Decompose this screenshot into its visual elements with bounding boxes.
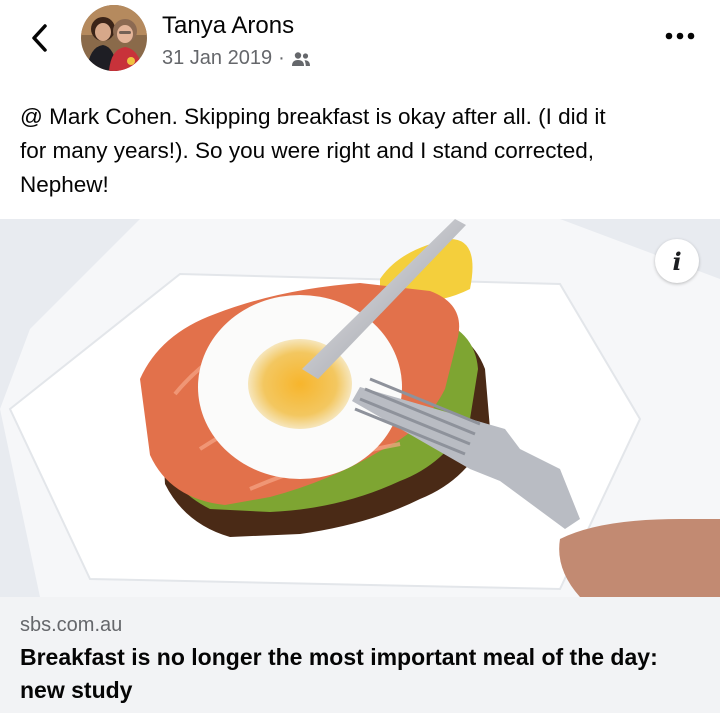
link-title: Breakfast is no longer the most importan… — [20, 644, 658, 703]
back-button[interactable] — [24, 20, 56, 56]
link-preview-image[interactable] — [0, 219, 720, 597]
friends-icon[interactable] — [291, 51, 311, 67]
link-preview-card[interactable]: sbs.com.au Breakfast is no longer the mo… — [0, 597, 720, 713]
chevron-left-icon — [32, 24, 47, 52]
more-horizontal-icon — [665, 32, 695, 40]
post-meta: 31 Jan 2019 · — [162, 47, 311, 70]
post-date[interactable]: 31 Jan 2019 — [162, 47, 272, 70]
meta-separator: · — [278, 47, 285, 69]
author-name[interactable]: Tanya Arons — [162, 12, 294, 40]
link-domain: sbs.com.au — [20, 614, 123, 636]
post-text: @ Mark Cohen. Skipping breakfast is okay… — [20, 104, 606, 197]
info-icon: i — [672, 246, 682, 276]
avatar[interactable] — [81, 5, 147, 71]
post-header: Tanya Arons 31 Jan 2019 · — [0, 0, 720, 86]
info-button[interactable]: i — [655, 239, 699, 283]
more-options-button[interactable] — [662, 24, 698, 48]
